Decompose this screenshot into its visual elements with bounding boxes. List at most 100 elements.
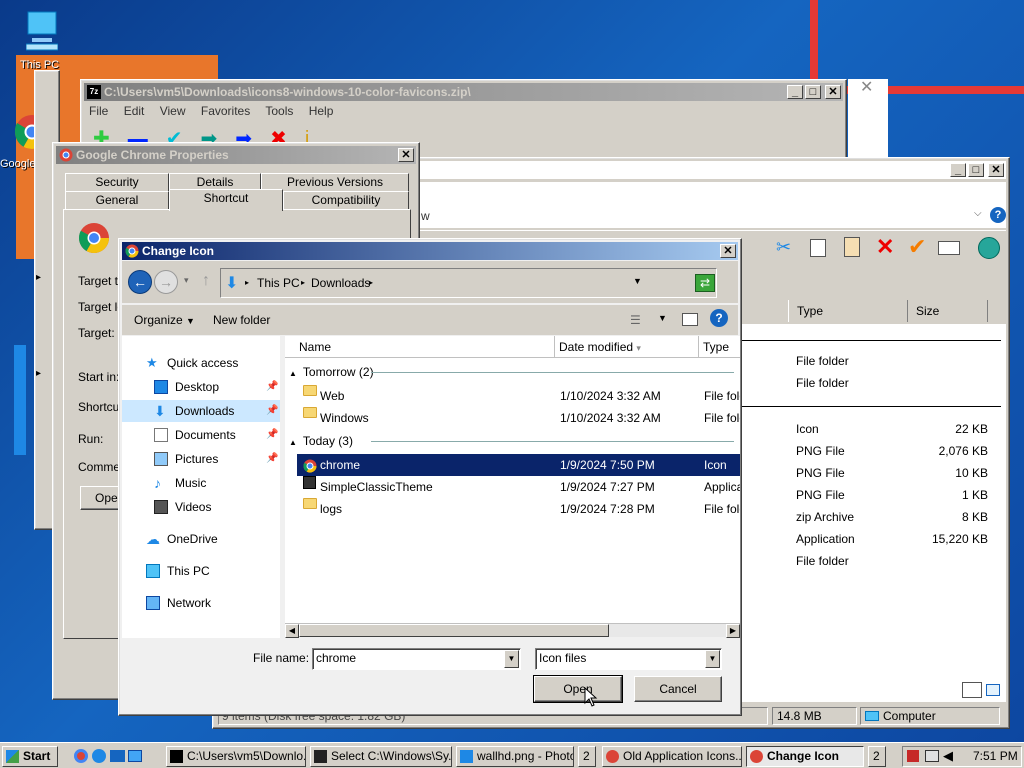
menu-view[interactable]: View	[160, 104, 186, 118]
tab-security[interactable]: Security	[65, 173, 169, 191]
collapse-icon[interactable]: ▲	[289, 369, 297, 378]
menu-edit[interactable]: Edit	[124, 104, 145, 118]
help-icon[interactable]: ?	[710, 309, 728, 327]
nav-item[interactable]: ★ Quick access	[122, 352, 280, 374]
file-row[interactable]: chrome 1/9/2024 7:50 PM Icon	[297, 454, 740, 476]
taskbar-group-count[interactable]: 2	[578, 746, 596, 767]
breadcrumb-this-pc[interactable]: This PC	[257, 276, 300, 290]
delete-icon[interactable]: ✕	[876, 234, 894, 260]
chevron-down-icon[interactable]: ▸	[245, 278, 249, 287]
address-dropdown-icon[interactable]: ▼	[633, 276, 642, 286]
cut-icon[interactable]: ✂	[776, 237, 791, 258]
checkmark-icon[interactable]: ✔	[908, 234, 926, 260]
chevron-right-icon[interactable]: ▸	[369, 278, 373, 287]
column-type[interactable]: Type	[788, 300, 908, 322]
nav-item[interactable]: Pictures 📌	[122, 448, 280, 470]
globe-icon[interactable]	[978, 237, 1000, 259]
horizontal-scrollbar[interactable]: ◀ ▶	[285, 623, 740, 638]
menu-help[interactable]: Help	[309, 104, 334, 118]
collapse-icon[interactable]: ▲	[289, 438, 297, 447]
breadcrumb-downloads[interactable]: Downloads	[311, 276, 370, 290]
scroll-left-icon[interactable]: ◀	[285, 624, 299, 638]
menu-tools[interactable]: Tools	[265, 104, 293, 118]
taskbar-button[interactable]: Old Application Icons...	[602, 746, 742, 767]
minimize-button[interactable]: _	[950, 163, 966, 177]
start-button[interactable]: Start	[2, 746, 58, 767]
scroll-right-icon[interactable]: ▶	[726, 624, 740, 638]
menu-favorites[interactable]: Favorites	[201, 104, 250, 118]
pin-icon[interactable]: 📌	[266, 376, 278, 398]
close-icon[interactable]: ✕	[860, 77, 873, 97]
tab-previous-versions[interactable]: Previous Versions	[261, 173, 409, 191]
pin-icon[interactable]: 📌	[266, 448, 278, 470]
rename-icon[interactable]	[938, 241, 960, 255]
clock[interactable]: 7:51 PM	[973, 749, 1018, 763]
explorer-icon[interactable]	[128, 750, 142, 762]
desktop-icon-this-pc[interactable]: This PC	[14, 8, 66, 72]
taskbar-button[interactable]: Select C:\Windows\Sy...	[310, 746, 452, 767]
new-folder-button[interactable]: New folder	[213, 313, 270, 327]
close-button[interactable]: ✕	[720, 244, 736, 258]
column-name[interactable]: Name	[285, 336, 555, 358]
close-button[interactable]: ✕	[988, 163, 1004, 177]
help-icon[interactable]: ?	[990, 207, 1006, 223]
edge-icon[interactable]	[92, 749, 106, 763]
file-row[interactable]: SimpleClassicTheme 1/9/2024 7:27 PM Applic…	[297, 476, 740, 498]
details-view-icon[interactable]	[962, 682, 982, 698]
taskbar-button[interactable]: C:\Users\vm5\Downlo...	[166, 746, 306, 767]
pin-icon[interactable]: 📌	[266, 400, 278, 422]
address-bar[interactable]: ⬇ ▸ This PC ▸ Downloads ▸ ▼ ⇄	[220, 268, 717, 298]
cancel-button[interactable]: Cancel	[634, 676, 722, 702]
nav-item[interactable]: Desktop 📌	[122, 376, 280, 398]
chevron-down-icon[interactable]: ▼	[504, 650, 519, 668]
copy-icon[interactable]	[810, 239, 826, 257]
column-size[interactable]: Size	[908, 300, 988, 322]
nav-item[interactable]: ⬇ Downloads 📌	[122, 400, 280, 422]
view-options-icon[interactable]: ☰	[630, 313, 641, 327]
nav-item[interactable]: ☁ OneDrive	[122, 528, 280, 550]
close-button[interactable]: ✕	[825, 85, 841, 99]
forward-icon[interactable]: →	[154, 270, 178, 294]
file-name-input[interactable]: chrome ▼	[312, 648, 521, 670]
nav-item[interactable]: This PC	[122, 560, 280, 582]
file-row[interactable]: Web 1/10/2024 3:32 AM File fold	[297, 385, 740, 407]
chevron-down-icon[interactable]: ▼	[705, 650, 720, 668]
tab-general[interactable]: General	[65, 191, 169, 209]
scrollbar-thumb[interactable]	[299, 624, 609, 637]
volume-icon[interactable]: ◀	[943, 748, 953, 764]
chrome-icon[interactable]	[74, 749, 88, 763]
chevron-right-icon[interactable]: ▸	[301, 278, 305, 287]
taskbar-group-count[interactable]: 2	[868, 746, 886, 767]
chevron-down-icon[interactable]: ▾	[184, 275, 189, 286]
tab-compatibility[interactable]: Compatibility	[283, 191, 409, 209]
minimize-button[interactable]: _	[787, 85, 803, 99]
file-row[interactable]: Windows 1/10/2024 3:32 AM File fold	[297, 407, 740, 429]
nav-item[interactable]: Network	[122, 592, 280, 614]
up-icon[interactable]: ↑	[202, 272, 210, 290]
nav-item[interactable]: Videos	[122, 496, 280, 518]
security-icon[interactable]	[907, 750, 919, 762]
nav-item[interactable]: Documents 📌	[122, 424, 280, 446]
nav-item[interactable]: ♪ Music	[122, 472, 280, 494]
column-date-modified[interactable]: Date modified ▾	[555, 336, 699, 358]
desktop-icon[interactable]	[110, 750, 125, 762]
preview-pane-icon[interactable]	[682, 313, 698, 326]
column-type[interactable]: Type	[699, 336, 740, 358]
open-button[interactable]: Open	[533, 675, 623, 703]
back-icon[interactable]: ←	[128, 270, 152, 294]
paste-icon[interactable]	[844, 237, 860, 257]
group-header[interactable]: ▲ Today (3)	[289, 431, 734, 451]
group-header[interactable]: ▲ Tomorrow (2)	[289, 362, 734, 382]
refresh-icon[interactable]: ⇄	[695, 274, 715, 292]
network-icon[interactable]	[925, 750, 939, 762]
maximize-button[interactable]: □	[805, 85, 821, 99]
chevron-down-icon[interactable]: ⌵	[974, 208, 982, 219]
taskbar-button[interactable]: wallhd.png - Photos	[456, 746, 574, 767]
tab-shortcut[interactable]: Shortcut	[169, 189, 283, 211]
close-button[interactable]: ✕	[398, 148, 414, 162]
maximize-button[interactable]: □	[968, 163, 984, 177]
pin-icon[interactable]: 📌	[266, 424, 278, 446]
chevron-down-icon[interactable]: ▼	[658, 313, 667, 323]
file-type-select[interactable]: Icon files ▼	[535, 648, 722, 670]
organize-button[interactable]: Organize ▼	[134, 313, 195, 327]
